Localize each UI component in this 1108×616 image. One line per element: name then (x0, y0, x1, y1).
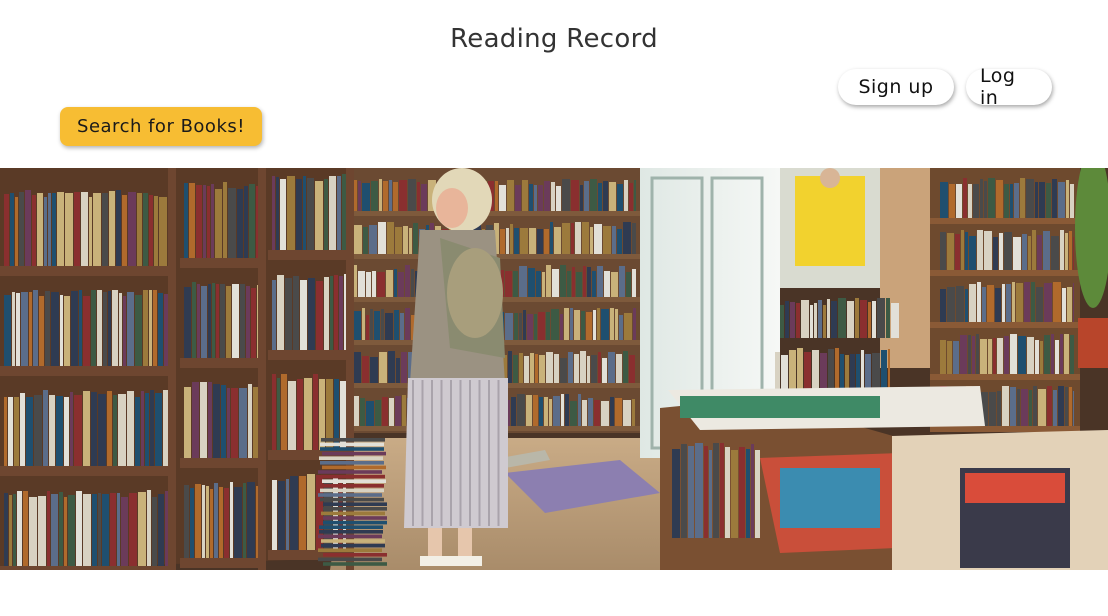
log-in-button[interactable]: Log in (966, 65, 1052, 109)
site-title: Reading Record (450, 24, 658, 54)
page: Reading Record Sign up Log in Search for… (0, 0, 1108, 616)
hero-image (0, 168, 1108, 570)
sign-up-button[interactable]: Sign up (838, 69, 954, 105)
bookstore-illustration (0, 168, 1108, 570)
search-books-button[interactable]: Search for Books! (60, 107, 262, 146)
auth-buttons: Sign up Log in (838, 65, 1052, 109)
